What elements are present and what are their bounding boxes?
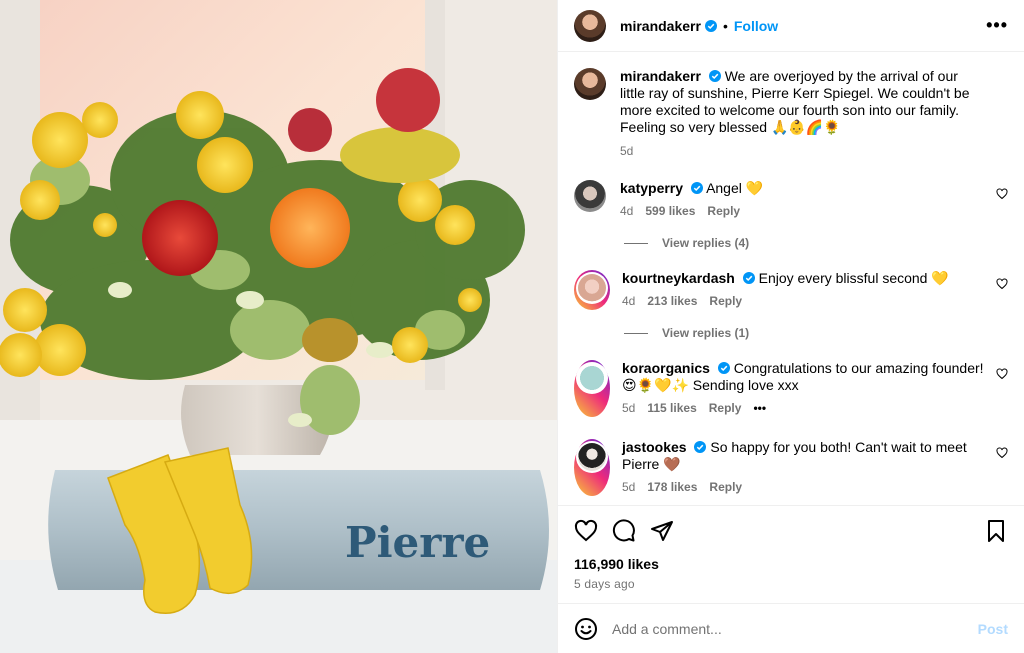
- post-header: mirandakerr • Follow •••: [558, 0, 1024, 52]
- post-image[interactable]: Pierre: [0, 0, 557, 653]
- add-comment-bar: Add a comment... Post: [558, 603, 1024, 653]
- comment-likes[interactable]: 178 likes: [647, 479, 697, 496]
- author-username[interactable]: mirandakerr: [620, 18, 701, 34]
- separator-dot: •: [722, 17, 728, 34]
- author-avatar[interactable]: [574, 9, 606, 42]
- comment-more-icon[interactable]: •••: [753, 400, 766, 417]
- view-replies-label[interactable]: View replies (1): [662, 326, 749, 340]
- like-heart-icon[interactable]: [574, 519, 598, 543]
- post-comment-button[interactable]: Post: [978, 621, 1008, 637]
- post-modal: Pierre mirandakerr • Follow ••• mirandak…: [0, 0, 1024, 653]
- blanket-name: Pierre: [345, 518, 490, 567]
- replies-divider: [624, 332, 648, 334]
- verified-badge-icon: [690, 182, 703, 194]
- verified-badge-icon: [717, 362, 730, 374]
- flowers-photo: Pierre: [0, 0, 557, 653]
- replies-divider: [624, 242, 648, 244]
- comment-time[interactable]: 4d: [620, 203, 633, 220]
- like-comment-heart-icon[interactable]: [996, 278, 1008, 290]
- caption-username[interactable]: mirandakerr: [620, 68, 701, 84]
- comment-input[interactable]: Add a comment...: [612, 621, 978, 637]
- follow-button[interactable]: Follow: [734, 18, 778, 34]
- comment-text: Angel 💛: [706, 180, 764, 196]
- reply-button[interactable]: Reply: [709, 479, 742, 496]
- comment-username[interactable]: katyperry: [620, 180, 683, 196]
- comment-username[interactable]: jastookes: [622, 439, 687, 455]
- comment-likes[interactable]: 115 likes: [647, 400, 696, 417]
- likes-count[interactable]: 116,990 likes: [574, 556, 1008, 572]
- comments-list[interactable]: mirandakerr We are overjoyed by the arri…: [558, 52, 1024, 505]
- post-timestamp[interactable]: 5 days ago: [574, 577, 1008, 591]
- comment-time[interactable]: 5d: [622, 400, 635, 417]
- caption-time[interactable]: 5d: [620, 143, 633, 160]
- comment-username[interactable]: koraorganics: [622, 360, 710, 376]
- view-replies-label[interactable]: View replies (4): [662, 236, 749, 250]
- comment-avatar[interactable]: [578, 274, 606, 302]
- story-ring[interactable]: [574, 439, 610, 496]
- reply-button[interactable]: Reply: [709, 400, 742, 417]
- comment-item: jastookes So happy for you both! Can't w…: [574, 439, 1008, 496]
- comment-bubble-icon[interactable]: [612, 519, 636, 543]
- more-options-icon[interactable]: •••: [986, 15, 1008, 36]
- like-comment-heart-icon[interactable]: [996, 368, 1008, 380]
- comment-text: Enjoy every blissful second 💛: [758, 270, 949, 286]
- share-paper-plane-icon[interactable]: [650, 519, 674, 543]
- reply-button[interactable]: Reply: [707, 203, 740, 220]
- comment-item: katyperry Angel 💛 4d 599 likes Reply: [574, 180, 1008, 220]
- like-comment-heart-icon[interactable]: [996, 188, 1008, 200]
- caption-avatar[interactable]: [574, 68, 606, 100]
- comment-time[interactable]: 5d: [622, 479, 635, 496]
- story-ring[interactable]: [574, 270, 610, 310]
- post-side-panel: mirandakerr • Follow ••• mirandakerr We …: [557, 0, 1024, 653]
- view-replies-button[interactable]: View replies (4): [624, 236, 1008, 250]
- action-bar: [574, 518, 1008, 544]
- comment-avatar[interactable]: [574, 180, 606, 212]
- verified-badge-icon: [742, 272, 755, 284]
- comment-avatar[interactable]: [578, 364, 606, 392]
- comment-likes[interactable]: 213 likes: [647, 293, 697, 310]
- comment-item: koraorganics Congratulations to our amaz…: [574, 360, 1008, 417]
- post-actions: 116,990 likes 5 days ago: [558, 505, 1024, 603]
- comment-item: kourtneykardash Enjoy every blissful sec…: [574, 270, 1008, 310]
- verified-badge-icon: [708, 70, 721, 82]
- comment-username[interactable]: kourtneykardash: [622, 270, 735, 286]
- verified-badge-icon: [694, 441, 707, 453]
- story-ring[interactable]: [574, 360, 610, 417]
- verified-badge-icon: [704, 19, 717, 32]
- caption: mirandakerr We are overjoyed by the arri…: [574, 68, 1008, 160]
- view-replies-button[interactable]: View replies (1): [624, 326, 1008, 340]
- reply-button[interactable]: Reply: [709, 293, 742, 310]
- emoji-smiley-icon[interactable]: [574, 617, 598, 641]
- comment-avatar[interactable]: [578, 443, 606, 471]
- comment-likes[interactable]: 599 likes: [645, 203, 695, 220]
- bookmark-icon[interactable]: [984, 519, 1008, 543]
- comment-time[interactable]: 4d: [622, 293, 635, 310]
- like-comment-heart-icon[interactable]: [996, 447, 1008, 459]
